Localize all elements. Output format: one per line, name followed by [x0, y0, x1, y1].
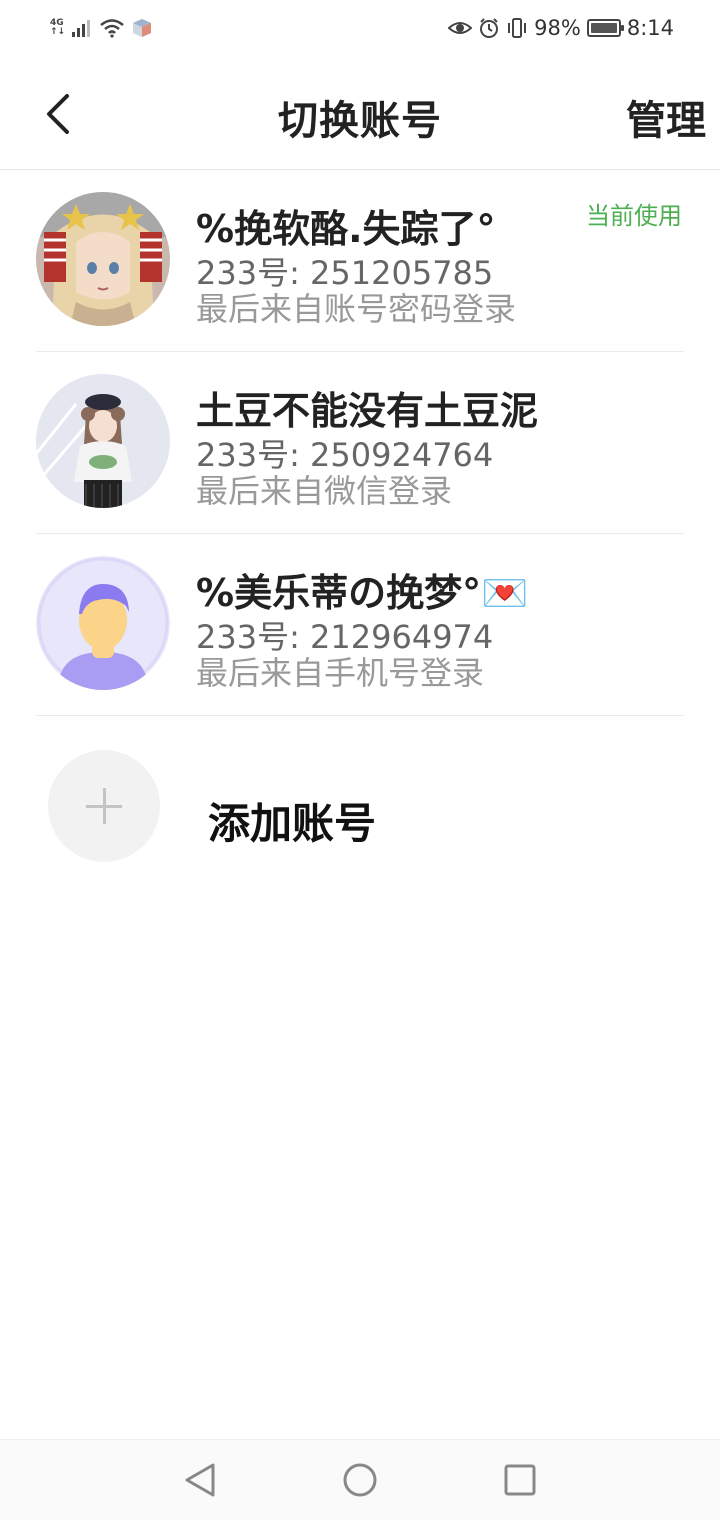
square-recents-icon: [504, 1464, 536, 1496]
status-bar: 4G ↑↓ 98% 8:14: [0, 0, 720, 58]
header: 切换账号 管理: [0, 58, 720, 170]
wifi-icon: [100, 19, 124, 38]
account-item[interactable]: %挽软酪.失踪了° 233号: 251205785 最后来自账号密码登录 当前使…: [36, 170, 684, 352]
default-avatar: [36, 556, 170, 690]
nav-home-button[interactable]: [340, 1460, 380, 1500]
alarm-icon: [480, 18, 499, 38]
system-navigation-bar: [0, 1439, 720, 1520]
manage-button[interactable]: 管理: [626, 88, 706, 146]
avatar: [36, 374, 170, 508]
vibrate-icon: [508, 18, 527, 38]
avatar: [36, 192, 170, 326]
battery-percent: 98%: [534, 16, 581, 40]
account-name: %美乐蒂の挽梦°💌: [196, 571, 529, 615]
nav-recents-button[interactable]: [500, 1460, 540, 1500]
network-type: 4G ↑↓: [50, 18, 66, 37]
battery-icon: [586, 19, 624, 37]
last-login-method: 最后来自微信登录: [196, 472, 453, 510]
plus-icon: [48, 750, 160, 862]
account-name: %挽软酪.失踪了°: [196, 207, 496, 251]
triangle-back-icon: [185, 1463, 215, 1497]
account-item[interactable]: %美乐蒂の挽梦°💌 233号: 212964974 最后来自手机号登录: [36, 534, 684, 716]
account-name: 土豆不能没有土豆泥: [196, 389, 539, 433]
last-login-method: 最后来自手机号登录: [196, 654, 485, 692]
add-account-button[interactable]: 添加账号: [36, 730, 684, 880]
account-item[interactable]: 土豆不能没有土豆泥 233号: 250924764 最后来自微信登录: [36, 352, 684, 534]
add-account-label: 添加账号: [208, 799, 377, 848]
clock: 8:14: [626, 16, 674, 40]
circle-home-icon: [343, 1463, 377, 1497]
nav-back-button[interactable]: [180, 1460, 220, 1500]
eye-comfort-icon: [448, 22, 473, 34]
last-login-method: 最后来自账号密码登录: [196, 290, 517, 328]
app-notification-icon: [133, 19, 152, 37]
signal-icon: [72, 20, 91, 37]
page-title: 切换账号: [278, 98, 442, 144]
current-account-badge: 当前使用: [586, 202, 682, 230]
